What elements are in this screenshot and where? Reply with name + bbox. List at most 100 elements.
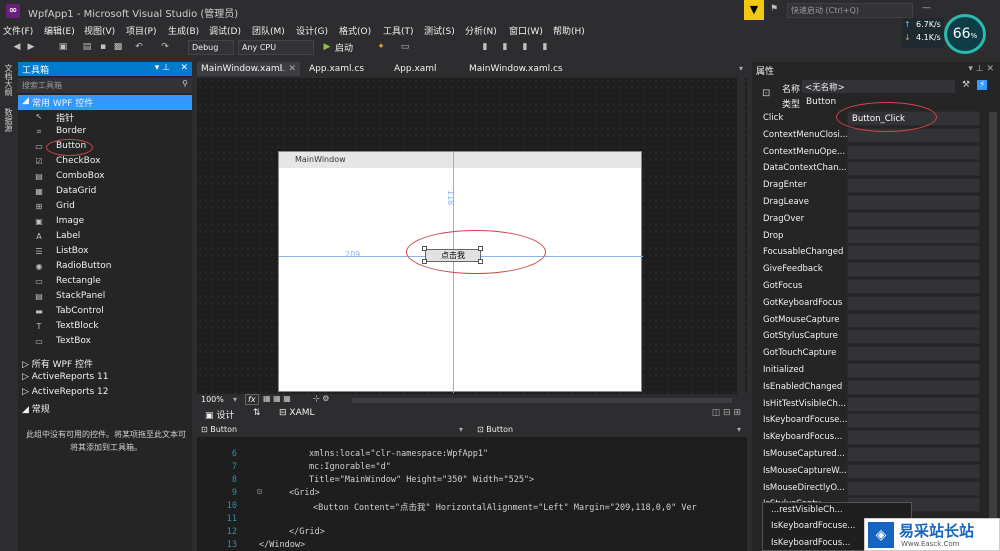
bookmark-clear-icon[interactable]: ▮	[540, 42, 550, 52]
tab-document-outline[interactable]: 文档大纲	[3, 64, 14, 96]
designer-horizontal-scrollbar[interactable]	[352, 398, 732, 403]
menu-edit[interactable]: 编辑(E)	[44, 24, 75, 37]
event-handler-input[interactable]	[847, 312, 980, 328]
event-handler-input[interactable]	[847, 161, 980, 177]
event-handler-input[interactable]	[847, 363, 980, 378]
wrench-icon[interactable]: ⚒	[962, 80, 970, 90]
event-handler-input[interactable]	[847, 211, 980, 227]
tab-data-sources[interactable]: 数据源	[3, 108, 14, 132]
event-handler-input[interactable]	[847, 463, 980, 479]
pin-icon[interactable]: ⊥ ✕	[278, 64, 296, 74]
save-all-icon[interactable]: ▩	[113, 42, 123, 52]
tab-xaml[interactable]: ⊟ XAML	[279, 408, 315, 418]
scope-right-select[interactable]: ⊡ Button	[477, 425, 513, 434]
scope-left-select[interactable]: ⊡ Button	[201, 425, 237, 434]
events-lightning-icon[interactable]: ⚡	[977, 80, 988, 90]
bookmark-icon[interactable]: ▮	[480, 42, 490, 52]
event-handler-input[interactable]	[847, 379, 980, 395]
toolbox-item[interactable]: ▦ DataGrid	[18, 185, 192, 200]
toolbox-group-all-wpf[interactable]: ▷ 所有 WPF 控件	[22, 357, 93, 370]
toolbox-item[interactable]: ▭ Rectangle	[18, 275, 192, 290]
start-button-label[interactable]: 启动	[335, 41, 353, 54]
event-handler-input[interactable]	[847, 346, 980, 362]
toolbox-item[interactable]: A Label	[18, 230, 192, 245]
event-handler-input[interactable]	[847, 329, 980, 345]
toolbox-group-activereports-12[interactable]: ▷ ActiveReports 12	[22, 387, 108, 397]
minimize-icon[interactable]: —	[922, 3, 931, 13]
event-handler-input[interactable]	[847, 396, 980, 412]
menu-view[interactable]: 视图(V)	[84, 24, 115, 37]
event-row[interactable]: IsMouseCaptureW...	[752, 463, 987, 480]
event-row[interactable]: GotMouseCapture	[752, 312, 987, 329]
event-row[interactable]: DragOver	[752, 211, 987, 228]
bookmark-next-icon[interactable]: ▮	[520, 42, 530, 52]
event-handler-input[interactable]	[847, 245, 980, 261]
event-row[interactable]: DragEnter	[752, 177, 987, 194]
tab-overflow-icon[interactable]: ▾	[739, 64, 743, 73]
event-row[interactable]: GotStylusCapture	[752, 328, 987, 345]
back-icon[interactable]: ◀	[12, 42, 22, 52]
designer-vertical-scrollbar[interactable]	[737, 78, 745, 394]
feedback-filter-icon[interactable]: ▼	[744, 0, 764, 20]
toolbox-item-button[interactable]: ▭ Button	[18, 140, 192, 155]
menu-help[interactable]: 帮助(H)	[553, 24, 585, 37]
menu-team[interactable]: 团队(M)	[252, 24, 285, 37]
name-input[interactable]: <无名称>	[802, 80, 955, 93]
event-handler-input[interactable]	[847, 178, 980, 194]
toolbox-item[interactable]: ▣ Image	[18, 215, 192, 230]
toolbox-item[interactable]: ☰ ListBox	[18, 245, 192, 260]
event-handler-input[interactable]	[847, 413, 980, 429]
toolbox-group-common[interactable]: ◢ 常用 WPF 控件	[18, 95, 192, 110]
open-file-icon[interactable]: ▤	[82, 42, 92, 52]
grid-toggle-icon[interactable]: ▦ ▦ ▦	[263, 394, 291, 403]
toolbox-item[interactable]: ▤ ComboBox	[18, 170, 192, 185]
menu-test[interactable]: 测试(S)	[424, 24, 455, 37]
tab-app-xaml-cs[interactable]: App.xaml.cs	[305, 62, 368, 76]
event-handler-input[interactable]	[847, 480, 980, 496]
redo-icon[interactable]: ↷	[160, 42, 170, 52]
bookmark-prev-icon[interactable]: ▮	[500, 42, 510, 52]
event-row[interactable]: Drop	[752, 228, 987, 245]
tab-mainwindow-xaml[interactable]: MainWindow.xaml ⊥ ✕	[197, 62, 300, 76]
event-row[interactable]: DragLeave	[752, 194, 987, 211]
menu-file[interactable]: 文件(F)	[3, 24, 33, 37]
event-row[interactable]: GotFocus	[752, 278, 987, 295]
solution-platform-select[interactable]: Any CPU	[238, 40, 314, 55]
event-row[interactable]: Initialized	[752, 362, 987, 379]
menu-tools[interactable]: 工具(T)	[383, 24, 414, 37]
collapse-icon[interactable]: ⊟	[257, 487, 262, 496]
event-handler-input[interactable]	[847, 228, 980, 244]
event-row[interactable]: IsKeyboardFocuse...	[752, 412, 987, 429]
snap-icon[interactable]: ⊹ ⚙	[313, 394, 329, 403]
pin-icon[interactable]: ▾ ⊥	[155, 63, 170, 73]
fx-button[interactable]: fx	[245, 394, 259, 405]
menu-window[interactable]: 窗口(W)	[509, 24, 543, 37]
solution-config-select[interactable]: Debug	[188, 40, 234, 55]
tab-design[interactable]: ▣ 设计	[205, 408, 234, 421]
event-handler-input[interactable]	[847, 195, 980, 210]
menu-design[interactable]: 设计(G)	[296, 24, 328, 37]
menu-build[interactable]: 生成(B)	[168, 24, 199, 37]
event-handler-input[interactable]	[847, 295, 980, 311]
event-row[interactable]: ContextMenuOpe...	[752, 144, 987, 161]
event-handler-input[interactable]	[847, 430, 980, 446]
toolbox-search-input[interactable]: 搜索工具箱 ⚲	[18, 78, 192, 93]
toolbox-item[interactable]: ▬ TabControl	[18, 305, 192, 320]
comment-icon[interactable]: ▭	[400, 42, 410, 52]
toolbox-item[interactable]: ▭ TextBox	[18, 335, 192, 350]
event-row[interactable]: IsHitTestVisibleCh...	[752, 396, 987, 413]
pane-controls-icon[interactable]: ▾ ⊥ ✕	[968, 64, 994, 74]
new-project-icon[interactable]: ▣	[58, 42, 68, 52]
toolbox-item[interactable]: ◉ RadioButton	[18, 260, 192, 275]
split-layout-icon[interactable]: ◫ ⊟ ⊞	[712, 408, 741, 418]
xaml-code-editor[interactable]: 6 xmlns:local="clr-namespace:WpfApp1" 7 …	[197, 437, 747, 551]
event-handler-input[interactable]	[847, 279, 980, 294]
toolbox-item[interactable]: T TextBlock	[18, 320, 192, 335]
menu-analyze[interactable]: 分析(N)	[465, 24, 497, 37]
event-row[interactable]: FocusableChanged	[752, 244, 987, 261]
zoom-select[interactable]: 100%	[201, 395, 224, 404]
event-row[interactable]: DataContextChan...	[752, 160, 987, 177]
menu-format[interactable]: 格式(O)	[339, 24, 371, 37]
event-row[interactable]: GotKeyboardFocus	[752, 295, 987, 312]
save-icon[interactable]: ▪	[98, 42, 108, 52]
